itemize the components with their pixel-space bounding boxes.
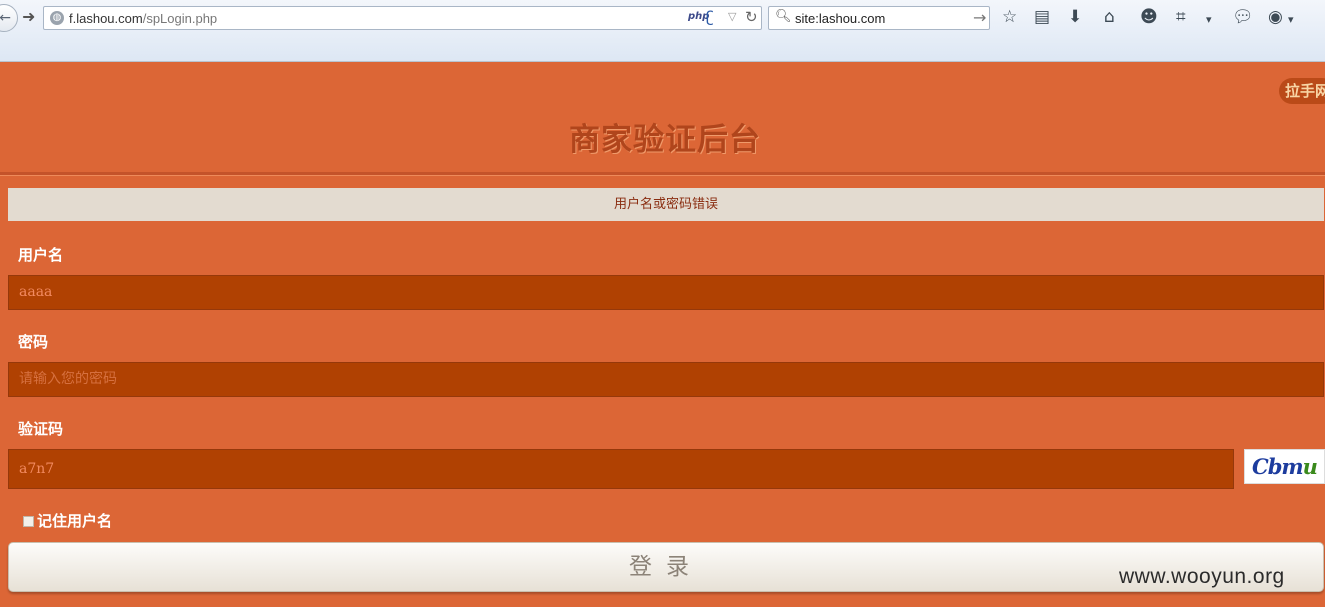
watermark: www.wooyun.org — [1119, 565, 1285, 588]
bookmark-star-icon[interactable]: ☆ — [1002, 7, 1017, 27]
search-icon: 🔍︎ — [775, 9, 792, 24]
error-message: 用户名或密码错误 — [8, 188, 1324, 221]
download-icon[interactable]: ⬇ — [1068, 7, 1082, 27]
speech-bubble-icon[interactable]: 💬︎ — [1232, 7, 1254, 27]
remember-checkbox[interactable] — [23, 516, 34, 527]
back-button[interactable]: ← — [0, 4, 18, 32]
forward-button[interactable]: ➜ — [22, 8, 35, 26]
crop-dropdown-icon[interactable]: ▾ — [1206, 10, 1212, 30]
captcha-input[interactable]: a7n7 — [8, 449, 1234, 489]
url-text: f.lashou.com/spLogin.php — [69, 11, 218, 26]
username-label: 用户名 — [18, 246, 64, 264]
address-bar[interactable]: ◍ f.lashou.com/spLogin.php php ʗ ▽ ↻ — [43, 6, 762, 30]
reload-icon[interactable]: ↻ — [745, 8, 758, 26]
site-logo[interactable]: 拉手网 — [1279, 78, 1325, 104]
crop-icon[interactable]: ⌗ — [1176, 7, 1186, 27]
captcha-image[interactable]: Cbmu — [1244, 449, 1325, 484]
site-identity-icon[interactable]: ◍ — [50, 11, 64, 25]
bookmarks-list-icon[interactable]: ▤ — [1034, 7, 1050, 27]
jquery-addon-icon[interactable]: ʗ — [706, 8, 714, 26]
remember-label: 记住用户名 — [37, 512, 113, 530]
header-divider — [0, 172, 1325, 176]
search-bar[interactable]: 🔍︎ site:lashou.com → — [768, 6, 990, 30]
home-icon[interactable]: ⌂ — [1104, 7, 1115, 27]
history-dropdown-icon[interactable]: ▽ — [728, 10, 736, 23]
remember-username[interactable]: 记住用户名 — [23, 510, 112, 531]
password-label: 密码 — [18, 333, 49, 351]
page-title: 商家验证后台 — [569, 122, 761, 158]
addon-dropdown-icon[interactable]: ▾ — [1288, 10, 1294, 30]
browser-toolbar: ← ➜ ◍ f.lashou.com/spLogin.php php ʗ ▽ ↻… — [0, 0, 1325, 62]
username-input[interactable]: aaaa — [8, 275, 1324, 310]
search-query: site:lashou.com — [795, 11, 886, 26]
chat-face-icon[interactable]: ☻ — [1140, 7, 1158, 27]
addon-menu-icon[interactable]: ◉ — [1268, 7, 1283, 27]
captcha-image-text: Cbmu — [1252, 454, 1318, 479]
password-input[interactable]: 请输入您的密码 — [8, 362, 1324, 397]
captcha-label: 验证码 — [18, 420, 64, 438]
search-go-icon[interactable]: → — [973, 8, 986, 27]
